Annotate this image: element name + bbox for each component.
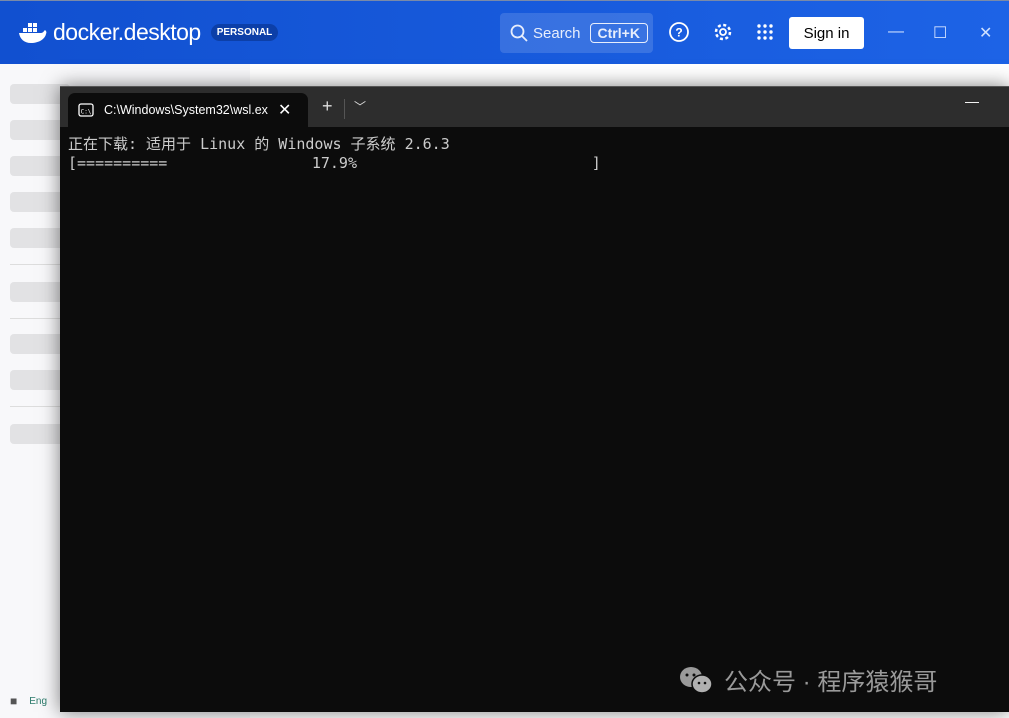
search-shortcut: Ctrl+K — [589, 23, 648, 43]
svg-text:?: ? — [675, 26, 682, 40]
tab-separator — [344, 99, 345, 119]
docker-whale-icon — [19, 22, 47, 43]
sign-in-button[interactable]: Sign in — [789, 17, 864, 49]
watermark: 公众号 · 程序猿猴哥 — [678, 662, 937, 697]
terminal-tab-bar: C:\ C:\Windows\System32\wsl.exe ✕ + ﹀ — — [60, 87, 1009, 127]
settings-gear-icon[interactable] — [712, 21, 734, 43]
terminal-tab[interactable]: C:\ C:\Windows\System32\wsl.exe ✕ — [68, 93, 308, 127]
docker-whale-icon: ■ — [10, 694, 18, 708]
maximize-icon[interactable]: ☐ — [933, 23, 947, 43]
search-icon — [510, 24, 528, 42]
close-icon[interactable]: ✕ — [979, 23, 992, 43]
plan-badge: PERSONAL — [210, 24, 279, 41]
new-tab-plus-icon[interactable]: + — [322, 96, 333, 117]
wechat-icon — [680, 666, 713, 694]
search-button[interactable]: Search Ctrl+K — [500, 13, 653, 53]
terminal-minimize-icon[interactable]: — — [965, 93, 979, 109]
minimize-icon[interactable]: — — [888, 23, 904, 41]
apps-grid-icon[interactable] — [754, 21, 776, 43]
engine-status-text: Eng — [29, 695, 48, 707]
watermark-text: 公众号 · 程序猿猴哥 — [724, 669, 938, 696]
help-icon[interactable]: ? — [668, 21, 690, 43]
tab-close-icon[interactable]: ✕ — [278, 100, 291, 120]
tab-title: C:\Windows\System32\wsl.exe — [104, 103, 268, 117]
terminal-output: 正在下载: 适用于 Linux 的 Windows 子系统 2.6.3 [===… — [68, 135, 601, 173]
search-label: Search — [533, 24, 581, 42]
download-message: 正在下载: 适用于 Linux 的 Windows 子系统 2.6.3 — [68, 135, 450, 153]
docker-header: docker.desktop PERSONAL Search Ctrl+K ? … — [0, 0, 1009, 64]
svg-text:C:\: C:\ — [81, 109, 92, 116]
download-progress: [========== 17.9% ] — [68, 154, 601, 172]
logo-text: docker.desktop — [53, 19, 201, 45]
chevron-down-icon[interactable]: ﹀ — [354, 98, 366, 115]
engine-status[interactable]: ■ Eng — [10, 694, 47, 708]
terminal-window[interactable]: C:\ C:\Windows\System32\wsl.exe ✕ + ﹀ — … — [60, 86, 1009, 712]
docker-logo: docker.desktop PERSONAL — [17, 19, 279, 46]
console-icon: C:\ — [78, 103, 94, 117]
